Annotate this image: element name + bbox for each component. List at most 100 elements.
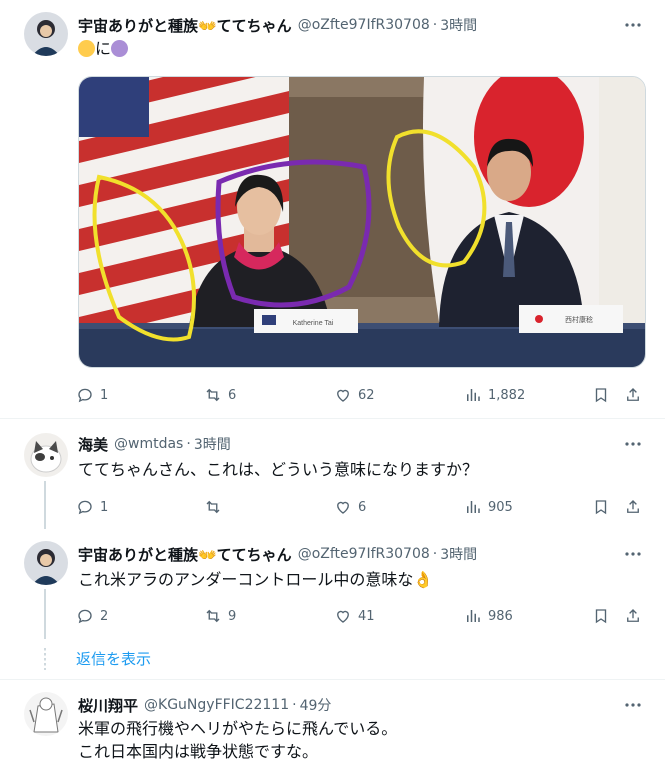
thread-line (44, 589, 46, 639)
views-icon (467, 501, 480, 513)
display-name[interactable]: 海美 (78, 434, 108, 455)
heart-icon (337, 389, 349, 402)
views-button[interactable]: 986 (464, 605, 513, 627)
tweet-header: 宇宙ありがと種族👐ててちゃん @oZfte97IfR30708 · 3時間 (78, 14, 477, 36)
repost-icon (206, 609, 220, 623)
more-icon (625, 703, 641, 707)
tweet-header: 桜川翔平 @KGuNgyFFIC22111 · 49分 (78, 694, 331, 716)
timestamp[interactable]: 3時間 (194, 434, 231, 454)
share-button[interactable] (624, 605, 642, 627)
show-replies-link[interactable]: 返信を表示 (76, 648, 151, 669)
avatar[interactable] (24, 692, 68, 736)
repost-button[interactable]: 6 (204, 384, 236, 406)
separator-dot: · (186, 436, 191, 452)
timestamp[interactable]: 3時間 (440, 15, 477, 35)
tweet-3[interactable]: 宇宙ありがと種族👐ててちゃん @oZfte97IfR30708 · 3時間 これ… (0, 529, 665, 639)
more-icon (625, 23, 641, 27)
share-button[interactable] (624, 384, 642, 406)
share-icon (627, 609, 639, 622)
reply-button[interactable]: 2 (76, 605, 108, 627)
repost-count: 9 (228, 608, 237, 624)
tweet-header: 海美 @wmtdas · 3時間 (78, 433, 231, 455)
user-handle[interactable]: @oZfte97IfR30708 (298, 546, 430, 562)
tweet-1[interactable]: 宇宙ありがと種族👐ててちゃん @oZfte97IfR30708 · 3時間 に (0, 0, 665, 418)
timestamp[interactable]: 49分 (300, 695, 332, 715)
tweet-text-line-1: 米軍の飛行機やヘリがやたらに飛んでいる。 (78, 719, 398, 738)
bookmark-icon (595, 388, 607, 403)
tweet-text: に (78, 38, 129, 60)
more-options-button[interactable] (623, 695, 643, 715)
nameplate-right: 西村康稔 (565, 315, 593, 324)
bookmark-button[interactable] (592, 384, 610, 406)
reply-count: 2 (100, 608, 109, 624)
like-button[interactable]: 6 (334, 496, 366, 518)
views-icon (467, 389, 480, 401)
display-name[interactable]: 宇宙ありがと種族👐ててちゃん (78, 15, 292, 36)
like-button[interactable]: 62 (334, 384, 375, 406)
share-button[interactable] (624, 496, 642, 518)
separator-dot: · (432, 546, 438, 562)
reply-icon (78, 500, 92, 515)
tweet-text-mid: に (95, 39, 112, 58)
like-button[interactable]: 41 (334, 605, 375, 627)
views-button[interactable]: 1,882 (464, 384, 525, 406)
tweet-actions: 1 6 905 (76, 496, 647, 518)
like-count: 41 (358, 608, 375, 624)
repost-button[interactable]: 9 (204, 605, 236, 627)
views-icon (467, 610, 480, 622)
yellow-circle-emoji (78, 40, 95, 57)
display-name[interactable]: 桜川翔平 (78, 695, 138, 716)
user-handle[interactable]: @wmtdas (114, 436, 183, 452)
bookmark-icon (595, 500, 607, 515)
user-handle[interactable]: @oZfte97IfR30708 (298, 17, 430, 33)
bookmark-button[interactable] (592, 605, 610, 627)
reply-icon (78, 388, 92, 403)
views-button[interactable]: 905 (464, 496, 513, 518)
nameplate-left: Katherine Tai (293, 320, 334, 327)
tweet-text: これ米アラのアンダーコントロール中の意味な👌 (78, 570, 434, 589)
tweet-media-image[interactable]: Katherine Tai 西村康稔 (78, 76, 646, 368)
views-count: 905 (488, 499, 513, 515)
like-count: 62 (358, 387, 375, 403)
reply-count: 1 (100, 387, 109, 403)
tweet-actions: 1 6 62 1,882 (76, 384, 647, 406)
tweet-4[interactable]: 桜川翔平 @KGuNgyFFIC22111 · 49分 米軍の飛行機やヘリがやた… (0, 680, 665, 773)
more-icon (625, 552, 641, 556)
avatar[interactable] (24, 433, 68, 477)
repost-count: 6 (228, 387, 237, 403)
reply-icon (78, 609, 92, 624)
views-count: 1,882 (488, 387, 526, 403)
heart-icon (337, 501, 349, 514)
reply-button[interactable]: 1 (76, 496, 108, 518)
purple-circle-emoji (111, 40, 129, 57)
reply-count: 1 (100, 499, 109, 515)
share-icon (627, 388, 639, 401)
repost-button[interactable] (204, 496, 228, 518)
user-handle[interactable]: @KGuNgyFFIC22111 (144, 697, 289, 713)
repost-icon (206, 500, 220, 514)
repost-icon (206, 388, 220, 402)
more-options-button[interactable] (623, 544, 643, 564)
tweet-text: ててちゃんさん、これは、どういう意味になりますか？ (78, 460, 479, 479)
more-options-button[interactable] (623, 15, 643, 35)
avatar[interactable] (24, 541, 68, 585)
thread-dots (44, 648, 46, 670)
timestamp[interactable]: 3時間 (440, 544, 477, 564)
like-count: 6 (358, 499, 367, 515)
heart-icon (337, 610, 349, 623)
tweet-header: 宇宙ありがと種族👐ててちゃん @oZfte97IfR30708 · 3時間 (78, 543, 477, 565)
display-name[interactable]: 宇宙ありがと種族👐ててちゃん (78, 544, 292, 565)
share-icon (627, 500, 639, 513)
thread-line (44, 481, 46, 529)
tweet-text-line-2: これ日本国内は戦争状態ですな。 (78, 742, 319, 761)
avatar[interactable] (24, 12, 68, 56)
tweet-actions: 2 9 41 986 (76, 605, 647, 627)
tweet-2[interactable]: 海美 @wmtdas · 3時間 ててちゃんさん、これは、どういう意味になります… (0, 419, 665, 529)
reply-button[interactable]: 1 (76, 384, 108, 406)
more-icon (625, 442, 641, 446)
separator-dot: · (432, 17, 438, 33)
bookmark-button[interactable] (592, 496, 610, 518)
separator-dot: · (292, 697, 297, 713)
more-options-button[interactable] (623, 434, 643, 454)
bookmark-icon (595, 609, 607, 624)
